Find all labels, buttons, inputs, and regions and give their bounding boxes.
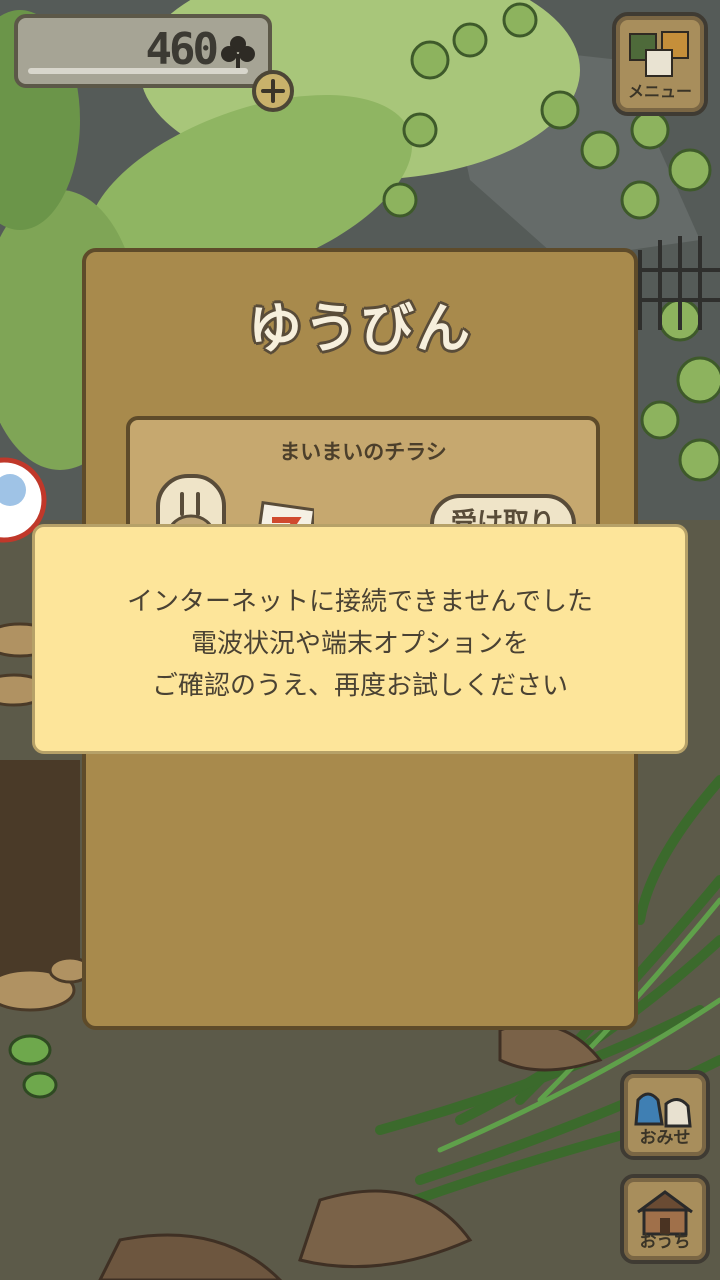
mail-panel-title: ゆうびん [248,297,472,360]
game-screen: 460 メニュー おみせ おうち ゆうびん まいまいのチラシ 受け取り インター… [0,0,720,1280]
error-message: インターネットに接続できませんでした 電波状況や端末オプションを ご確認のうえ、… [35,581,685,707]
error-line-2: 電波状況や端末オプションを [190,629,529,659]
clover-icon [221,36,255,70]
error-line-1: インターネットに接続できませんでした [127,587,593,617]
clover-counter: 460 [14,14,272,88]
connection-error-dialog[interactable]: インターネットに接続できませんでした 電波状況や端末オプションを ご確認のうえ、… [32,524,688,754]
menu-label: メニュー [627,82,692,101]
home-button[interactable]: おうち [620,1174,710,1264]
home-label: おうち [639,1232,691,1252]
clover-bar [28,68,248,74]
shop-label: おみせ [639,1128,691,1148]
menu-button[interactable]: メニュー [612,12,708,116]
mail-item-title: まいまいのチラシ [279,440,447,464]
shop-button[interactable]: おみせ [620,1070,710,1160]
plus-icon [261,79,285,103]
error-line-3: ご確認のうえ、再度お試しください [151,671,568,701]
add-clover-button[interactable] [252,70,294,112]
